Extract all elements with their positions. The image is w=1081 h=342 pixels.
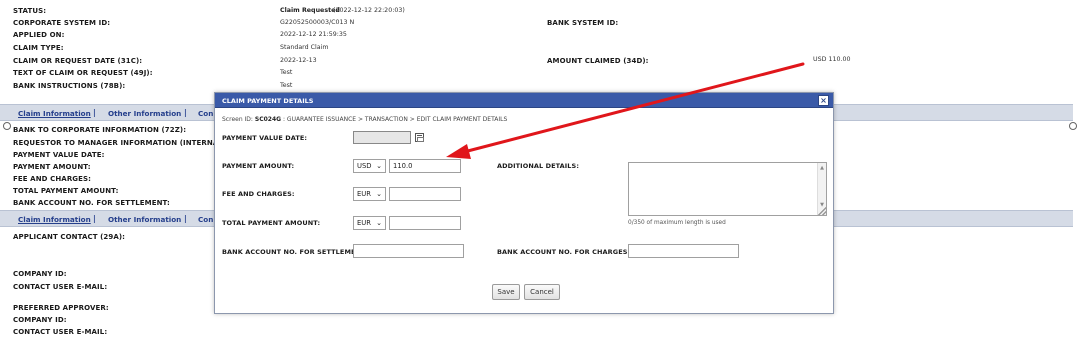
annotation-arrow: [446, 62, 805, 159]
arrow-shaft: [458, 62, 805, 155]
arrow-head: [446, 144, 471, 159]
